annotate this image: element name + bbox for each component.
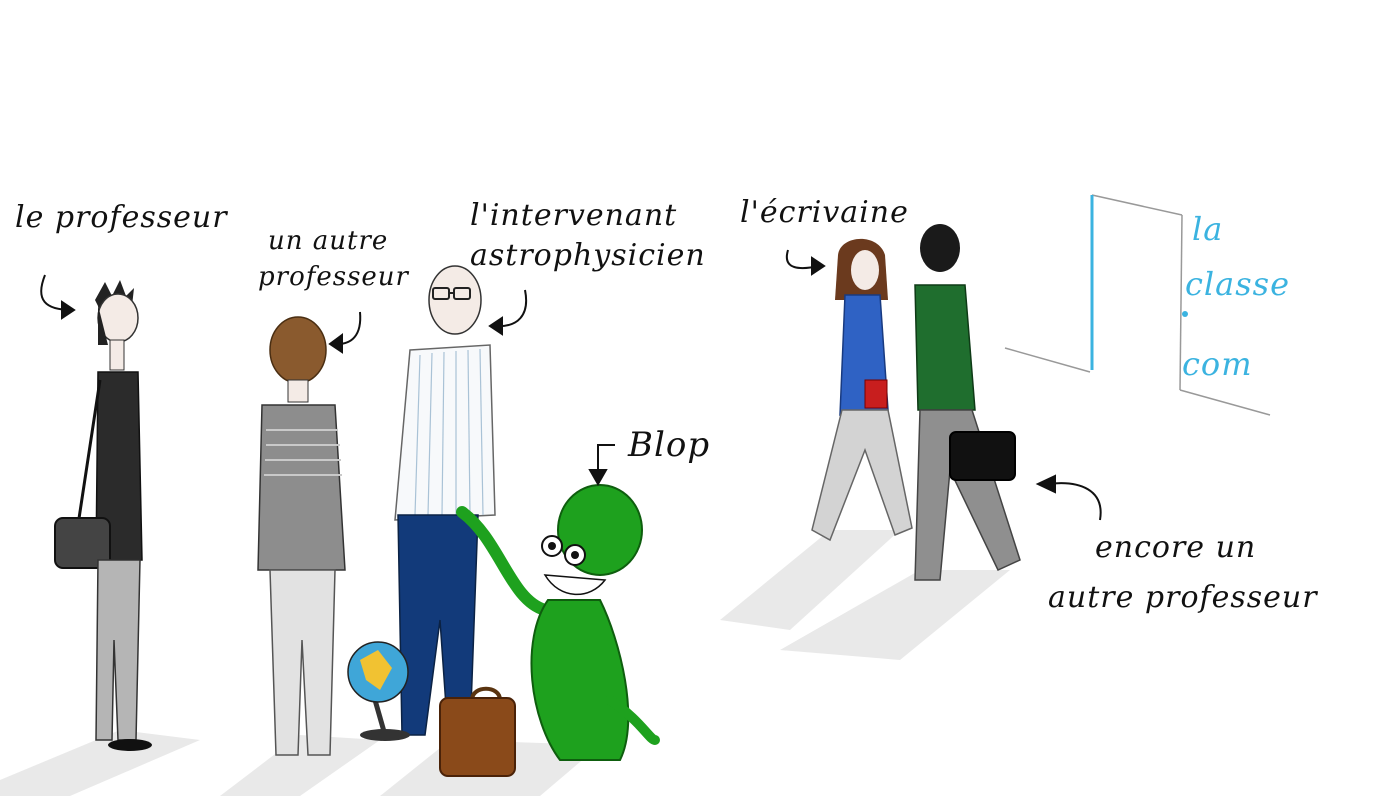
label-yet-another-line1: encore un	[1095, 530, 1257, 565]
green-teacher-figure	[914, 224, 1021, 581]
globe	[347, 641, 410, 741]
yet-another-arrow	[1035, 474, 1102, 521]
classroom-illustration	[0, 194, 1271, 796]
astrophysicist-arrow	[488, 289, 528, 336]
label-speaker-line2: astrophysicien	[470, 238, 706, 273]
label-alien: Blop	[628, 425, 711, 465]
door-sign-line1: la	[1192, 210, 1224, 248]
alien-arrow	[588, 444, 615, 487]
label-teacher: le professeur	[15, 200, 228, 235]
door-sign-line2: classe	[1185, 265, 1291, 303]
teacher-figure	[54, 280, 152, 751]
brown-briefcase	[439, 686, 516, 777]
writer-arrow	[785, 249, 826, 276]
writer-figure	[811, 238, 913, 542]
label-speaker-line1: l'intervenant	[470, 198, 678, 233]
label-other-teacher-line2: professeur	[258, 262, 409, 292]
astrophysicist-figure	[394, 265, 496, 736]
other-teacher-figure	[257, 316, 346, 756]
teacher-arrow	[40, 274, 76, 320]
label-other-teacher-line1: un autre	[268, 226, 389, 256]
door-sign-line3: com	[1182, 345, 1253, 383]
label-yet-another-line2: autre professeur	[1048, 580, 1318, 615]
label-writer: l'écrivaine	[740, 195, 909, 230]
other-teacher-arrow	[328, 311, 362, 354]
